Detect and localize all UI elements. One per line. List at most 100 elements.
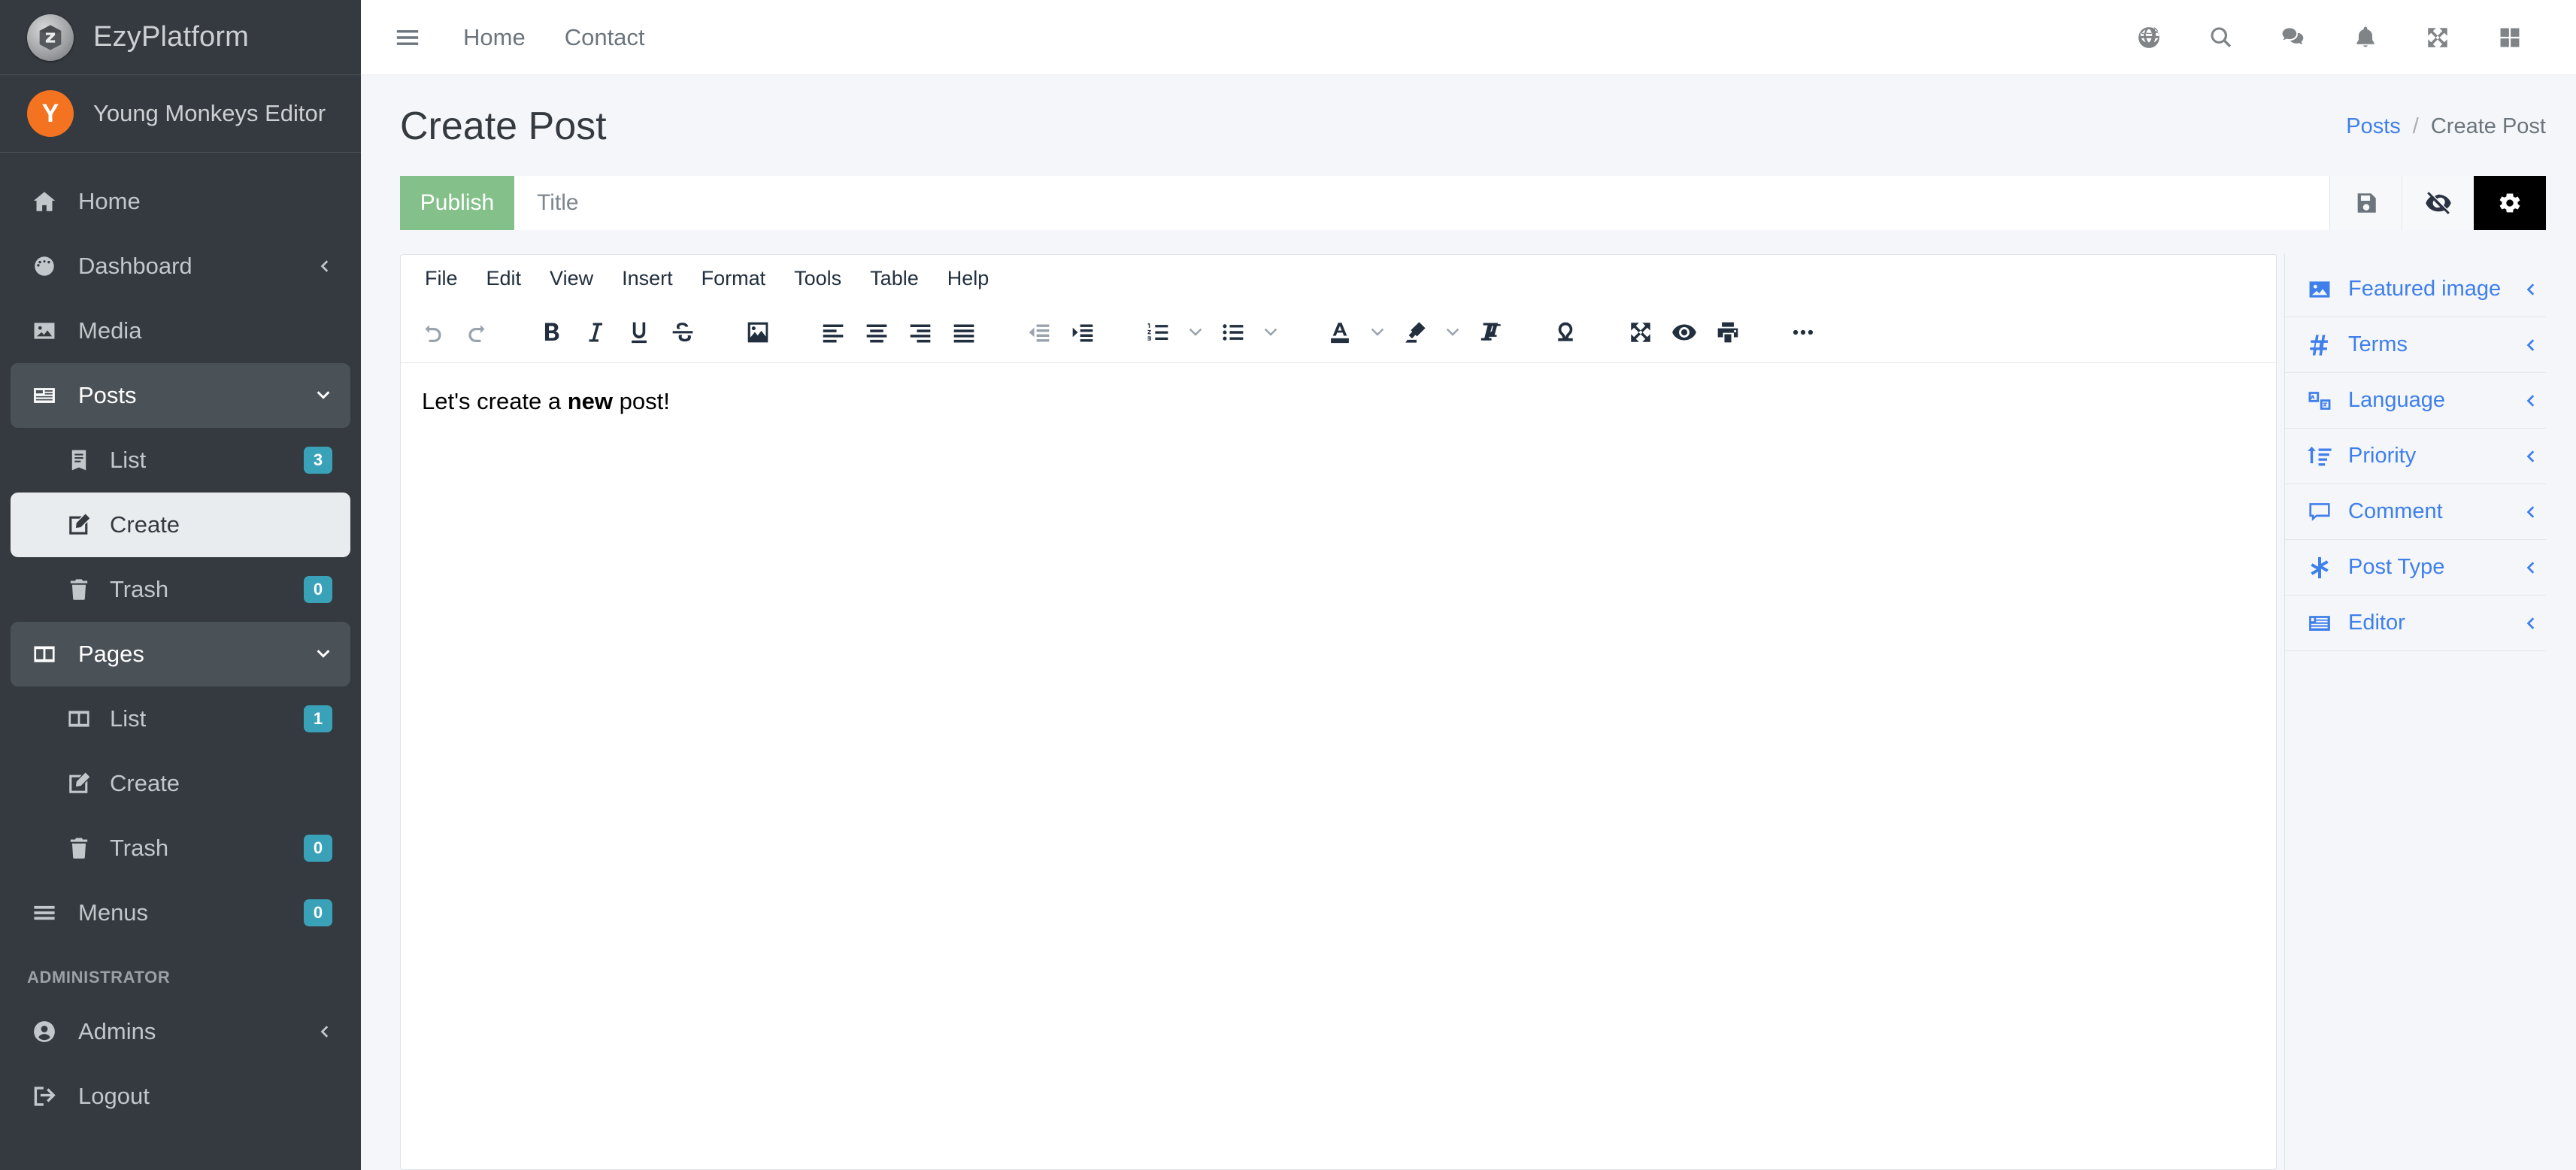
align-right-icon[interactable] xyxy=(899,311,942,354)
user-box[interactable]: Y Young Monkeys Editor xyxy=(0,75,361,153)
editor-menu-file[interactable]: File xyxy=(411,261,471,296)
chevron-left-icon xyxy=(316,1023,332,1040)
text-color-icon[interactable] xyxy=(1318,311,1362,354)
user-circle-icon xyxy=(27,1019,62,1044)
post-type-asterisk-icon xyxy=(2303,555,2336,580)
breadcrumb-separator: / xyxy=(2412,114,2419,138)
panel-item-comment[interactable]: Comment xyxy=(2285,484,2546,540)
editor-icon xyxy=(2303,611,2336,636)
sidebar-item-trash-m6[interactable]: Trash 0 xyxy=(11,557,350,622)
panel-item-priority[interactable]: Priority xyxy=(2285,429,2546,484)
chevron-left-icon xyxy=(2517,393,2543,409)
editor-menu-insert[interactable]: Insert xyxy=(608,261,686,296)
sidebar-item-dashboard-m1[interactable]: Dashboard xyxy=(11,234,350,299)
list-book-icon xyxy=(63,447,95,473)
align-justify-icon[interactable] xyxy=(942,311,986,354)
panel-item-post-type[interactable]: Post Type xyxy=(2285,540,2546,596)
sidebar-item-create-m5[interactable]: Create xyxy=(11,493,350,557)
page-title: Create Post xyxy=(400,105,607,148)
strikethrough-icon[interactable] xyxy=(661,311,705,354)
sidebar-item-home-m0[interactable]: Home xyxy=(11,169,350,234)
chevron-down-icon xyxy=(314,645,332,663)
title-input[interactable] xyxy=(514,176,2329,230)
underline-icon[interactable] xyxy=(617,311,661,354)
search-icon[interactable] xyxy=(2185,11,2257,64)
topnav-link-home[interactable]: Home xyxy=(444,24,545,51)
chevron-down-icon[interactable] xyxy=(1180,311,1211,354)
fullscreen-icon[interactable] xyxy=(1619,311,1662,354)
editor-menu-tools[interactable]: Tools xyxy=(780,261,855,296)
sidebar-item-logout-a1[interactable]: Logout xyxy=(11,1064,350,1129)
redo-icon[interactable] xyxy=(455,311,499,354)
italic-icon[interactable] xyxy=(574,311,617,354)
bullet-list-icon[interactable] xyxy=(1211,311,1255,354)
editor-menu-view[interactable]: View xyxy=(536,261,607,296)
bold-icon[interactable] xyxy=(530,311,574,354)
undo-icon[interactable] xyxy=(411,311,455,354)
save-icon[interactable] xyxy=(2329,176,2402,230)
sidebar-item-label: Logout xyxy=(78,1083,150,1109)
sidebar-item-pages-m7[interactable]: Pages xyxy=(11,622,350,687)
align-left-icon[interactable] xyxy=(811,311,855,354)
media-image-icon xyxy=(27,318,62,344)
sidebar-item-menus-m11[interactable]: Menus 0 xyxy=(11,881,350,945)
publish-button[interactable]: Publish xyxy=(400,176,514,230)
sidebar-item-admins-a0[interactable]: Admins xyxy=(11,999,350,1064)
comments-icon[interactable] xyxy=(2257,11,2329,64)
sidebar-item-list-m4[interactable]: List 3 xyxy=(11,428,350,493)
brand[interactable]: EzyPlatform xyxy=(0,0,361,75)
more-options-icon[interactable] xyxy=(1781,311,1825,354)
chevron-down-icon[interactable] xyxy=(1255,311,1286,354)
sidebar-item-posts-m3[interactable]: Posts xyxy=(11,363,350,428)
sidebar-item-label: Admins xyxy=(78,1018,156,1044)
panel-item-label: Language xyxy=(2348,388,2446,412)
create-pencil-icon xyxy=(63,771,95,796)
numbered-list-icon[interactable] xyxy=(1136,311,1180,354)
sidebar-nav: Home Dashboard Media Posts List 3 Create Trash 0… xyxy=(0,153,361,1170)
expand-arrows-icon[interactable] xyxy=(2402,11,2474,64)
chevron-left-icon xyxy=(2517,281,2543,298)
language-translate-icon xyxy=(2303,388,2336,414)
editor-menu-help[interactable]: Help xyxy=(934,261,1003,296)
editor-menubar: File Edit View Insert Format Tools Table Help xyxy=(401,255,2276,302)
clear-formatting-icon[interactable] xyxy=(1468,311,1512,354)
highlight-color-icon[interactable] xyxy=(1393,311,1437,354)
topbar: Home Contact xyxy=(361,0,2576,75)
panel-item-editor[interactable]: Editor xyxy=(2285,596,2546,651)
editor-menu-edit[interactable]: Edit xyxy=(473,261,535,296)
editor-menu-format[interactable]: Format xyxy=(688,261,780,296)
publish-row: Publish xyxy=(400,176,2546,230)
outdent-icon[interactable] xyxy=(1017,311,1061,354)
chevron-left-icon xyxy=(2517,448,2543,465)
sidebar-item-media-m2[interactable]: Media xyxy=(11,299,350,363)
special-character-icon[interactable] xyxy=(1544,311,1587,354)
editor-content[interactable]: Let's create a new post! xyxy=(401,363,2276,1169)
eye-slash-icon[interactable] xyxy=(2402,176,2474,230)
editor-text-after: post! xyxy=(613,388,670,414)
editor-menu-table[interactable]: Table xyxy=(856,261,932,296)
align-center-icon[interactable] xyxy=(855,311,899,354)
trash-icon xyxy=(63,577,95,602)
panel-item-terms[interactable]: Terms xyxy=(2285,317,2546,373)
preview-eye-icon[interactable] xyxy=(1662,311,1706,354)
globe-icon[interactable] xyxy=(2113,11,2185,64)
sidebar-item-list-m8[interactable]: List 1 xyxy=(11,687,350,751)
panel-item-language[interactable]: Language xyxy=(2285,373,2546,429)
sidebar-item-create-m9[interactable]: Create xyxy=(11,751,350,816)
grid-apps-icon[interactable] xyxy=(2474,11,2546,64)
sidebar-item-label: Dashboard xyxy=(78,253,192,279)
gear-icon[interactable] xyxy=(2474,176,2546,230)
insert-image-icon[interactable] xyxy=(736,311,780,354)
indent-icon[interactable] xyxy=(1061,311,1105,354)
chevron-down-icon[interactable] xyxy=(1362,311,1393,354)
topnav-link-contact[interactable]: Contact xyxy=(545,24,665,51)
bell-icon[interactable] xyxy=(2329,11,2402,64)
panel-item-featured-image[interactable]: Featured image xyxy=(2285,262,2546,317)
sidebar-item-trash-m10[interactable]: Trash 0 xyxy=(11,816,350,881)
sidebar-item-label: Media xyxy=(78,317,142,344)
sidebar-item-label: Menus xyxy=(78,899,149,926)
hamburger-icon[interactable] xyxy=(386,17,429,59)
breadcrumb-parent[interactable]: Posts xyxy=(2346,114,2401,139)
print-icon[interactable] xyxy=(1706,311,1750,354)
chevron-down-icon[interactable] xyxy=(1437,311,1468,354)
